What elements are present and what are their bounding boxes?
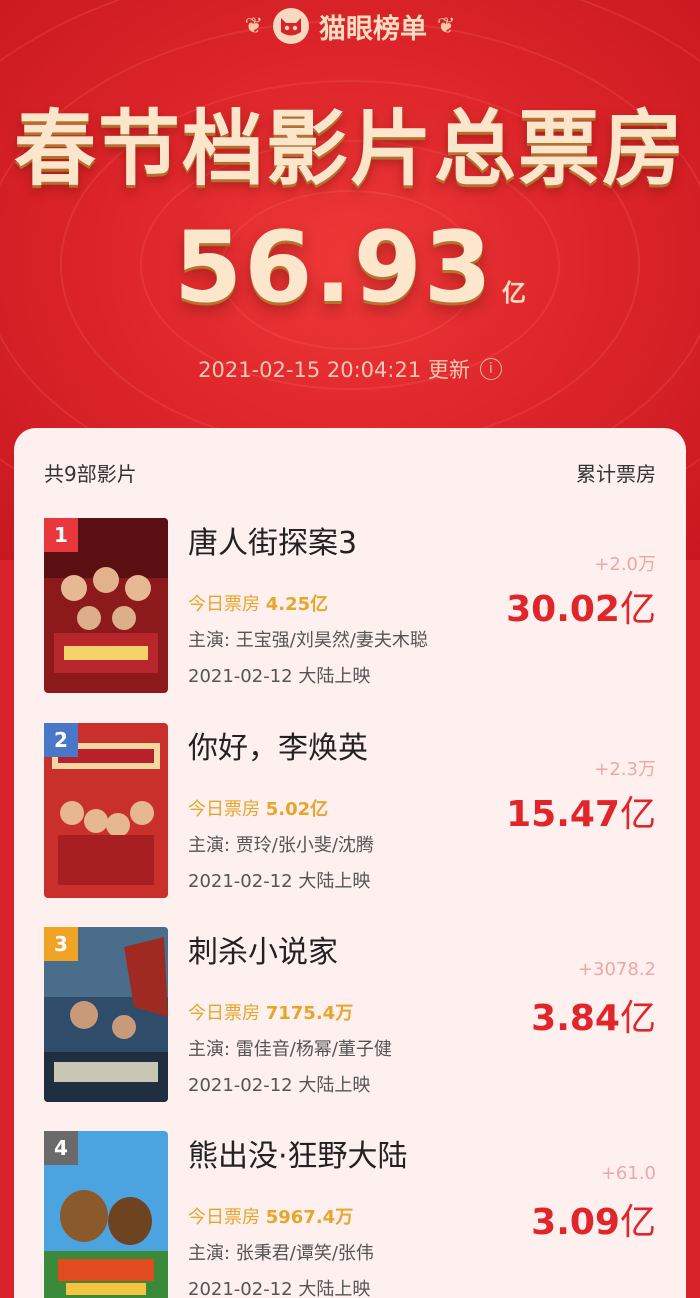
total-value: 56.93 [174,211,494,325]
cumulative-box-office: 3.84亿 [531,989,656,1041]
cast: 主演: 贾玲/张小斐/沈腾 [188,835,374,856]
today-label: 今日票房 [188,1003,260,1024]
movie-title: 熊出没·狂野大陆 [188,1139,408,1174]
cumulative-value: 15.47 [506,794,620,835]
cumulative-box-office: 30.02亿 [506,580,656,632]
delta-value: +2.0万 [594,554,656,575]
cumulative-value: 30.02 [506,589,620,630]
today-value: 7175.4万 [265,1003,354,1024]
total-box-office: 56.93 亿 [0,218,700,318]
release-date: 2021-02-12 大陆上映 [188,1075,371,1096]
movie-title: 刺杀小说家 [188,935,338,970]
update-text: 2021-02-15 20:04:21 更新 [198,358,470,382]
cumulative-value: 3.09 [531,1202,620,1243]
cumulative-label: 累计票房 [576,462,656,486]
cat-logo-icon [273,8,309,44]
movie-title: 你好，李焕英 [188,731,368,766]
list-item[interactable]: 2 你好，李焕英 今日票房 5.02亿 主演: 贾玲/张小斐/沈腾 2021-0… [44,723,656,901]
rank-badge: 4 [44,1131,78,1165]
cumulative-unit: 亿 [619,589,656,630]
today-box-office: 今日票房 5967.4万 [188,1203,353,1229]
cumulative-unit: 亿 [619,1202,656,1243]
cumulative-unit: 亿 [619,998,656,1039]
laurel-left-icon: ❦ [244,13,263,39]
cast: 主演: 雷佳音/杨幂/董子健 [188,1039,392,1060]
brand-bar: ❦ 猫眼榜单 ❦ [0,4,700,48]
info-icon[interactable]: i [479,358,502,380]
today-value: 4.25亿 [265,594,329,615]
today-label: 今日票房 [188,799,260,820]
movie-count: 共9部影片 [44,462,137,486]
list-item[interactable]: 1 唐人街探案3 今日票房 4.25亿 主演: 王宝强/刘昊然/妻夫木聪 202… [44,518,656,696]
delta-value: +3078.2 [577,959,656,980]
delta-value: +61.0 [600,1163,656,1184]
delta-value: +2.3万 [594,759,656,780]
today-box-office: 今日票房 5.02亿 [188,795,328,821]
today-box-office: 今日票房 4.25亿 [188,590,328,616]
release-date: 2021-02-12 大陆上映 [188,666,371,687]
release-date: 2021-02-12 大陆上映 [188,871,371,892]
laurel-right-icon: ❦ [437,13,456,39]
rank-badge: 1 [44,518,78,552]
today-value: 5.02亿 [265,799,329,820]
cast: 主演: 张秉君/谭笑/张伟 [188,1243,374,1264]
rank-badge: 2 [44,723,78,757]
brand-name: 猫眼榜单 [319,13,427,45]
today-label: 今日票房 [188,1207,260,1228]
list-item[interactable]: 3 刺杀小说家 今日票房 7175.4万 主演: 雷佳音/杨幂/董子健 2021… [44,927,656,1105]
today-value: 5967.4万 [265,1207,354,1228]
movie-list-card: 共9部影片 累计票房 1 唐人街探案3 今日票房 4.25亿 主演: 王宝强/刘… [14,428,686,1298]
cumulative-value: 3.84 [531,998,620,1039]
update-time: 2021-02-15 20:04:21 更新 i [0,354,700,384]
list-item[interactable]: 4 熊出没·狂野大陆 今日票房 5967.4万 主演: 张秉君/谭笑/张伟 20… [44,1131,656,1298]
list-header: 共9部影片 累计票房 [44,458,656,487]
cumulative-unit: 亿 [619,794,656,835]
cumulative-box-office: 15.47亿 [506,785,656,837]
movie-title: 唐人街探案3 [188,526,358,561]
page-title: 春节档影片总票房 [13,102,686,197]
rank-badge: 3 [44,927,78,961]
today-label: 今日票房 [188,594,260,615]
cast: 主演: 王宝强/刘昊然/妻夫木聪 [188,630,428,651]
release-date: 2021-02-12 大陆上映 [188,1279,371,1298]
total-unit: 亿 [501,279,526,307]
cumulative-box-office: 3.09亿 [531,1193,656,1245]
today-box-office: 今日票房 7175.4万 [188,999,353,1025]
